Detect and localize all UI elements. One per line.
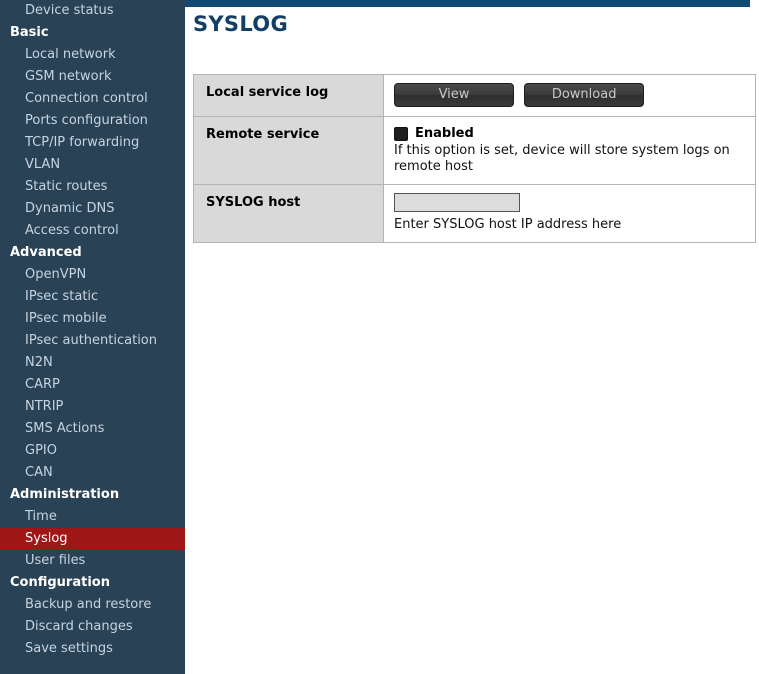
remote-service-enable-row: Enabled xyxy=(394,126,745,141)
download-log-button[interactable]: Download xyxy=(524,83,645,107)
table-row-remote-service: Remote service Enabled If this option is… xyxy=(193,116,756,185)
sidebar-item-gpio[interactable]: GPIO xyxy=(0,440,185,462)
remote-service-enabled-label: Enabled xyxy=(415,126,474,141)
remote-service-controls: Enabled If this option is set, device wi… xyxy=(383,116,756,185)
sidebar-item-connection-control[interactable]: Connection control xyxy=(0,88,185,110)
sidebar-group-advanced: Advanced xyxy=(10,245,82,260)
syslog-host-controls: Enter SYSLOG host IP address here xyxy=(383,184,756,243)
syslog-host-label: SYSLOG host xyxy=(193,184,384,243)
sidebar-item-time[interactable]: Time xyxy=(0,506,185,528)
sidebar-item-syslog[interactable]: Syslog xyxy=(0,528,185,550)
sidebar-item-save-settings[interactable]: Save settings xyxy=(0,638,185,660)
syslog-settings-table: Local service log View Download Remote s… xyxy=(193,74,756,243)
sidebar-group-configuration: Configuration xyxy=(10,575,110,590)
remote-service-label: Remote service xyxy=(193,116,384,185)
sidebar-item-openvpn[interactable]: OpenVPN xyxy=(0,264,185,286)
syslog-host-hint: Enter SYSLOG host IP address here xyxy=(394,217,622,232)
view-log-button[interactable]: View xyxy=(394,83,514,107)
sidebar-item-can[interactable]: CAN xyxy=(0,462,185,484)
sidebar-item-access-control[interactable]: Access control xyxy=(0,220,185,242)
local-service-log-actions: View Download xyxy=(383,74,756,117)
sidebar-item-local-network[interactable]: Local network xyxy=(0,44,185,66)
sidebar-item-sms-actions[interactable]: SMS Actions xyxy=(0,418,185,440)
sidebar-item-tcp-ip-forwarding[interactable]: TCP/IP forwarding xyxy=(0,132,185,154)
sidebar-item-backup-and-restore[interactable]: Backup and restore xyxy=(0,594,185,616)
sidebar-item-ports-configuration[interactable]: Ports configuration xyxy=(0,110,185,132)
remote-service-enabled-checkbox[interactable] xyxy=(394,126,408,141)
table-row-local-service-log: Local service log View Download xyxy=(193,74,756,117)
top-accent-bar xyxy=(185,0,750,7)
page-title: SYSLOG xyxy=(193,12,288,36)
local-service-log-label: Local service log xyxy=(193,74,384,117)
table-row-syslog-host: SYSLOG host Enter SYSLOG host IP address… xyxy=(193,184,756,243)
sidebar-item-ntrip[interactable]: NTRIP xyxy=(0,396,185,418)
remote-service-hint: If this option is set, device will store… xyxy=(394,143,730,174)
syslog-host-input[interactable] xyxy=(394,193,520,212)
sidebar-item-ipsec-authentication[interactable]: IPsec authentication xyxy=(0,330,185,352)
sidebar-item-user-files[interactable]: User files xyxy=(0,550,185,572)
sidebar-item-ipsec-mobile[interactable]: IPsec mobile xyxy=(0,308,185,330)
sidebar-group-administration: Administration xyxy=(10,487,120,502)
sidebar-group-basic: Basic xyxy=(10,25,49,40)
sidebar-item-device-status[interactable]: Device status xyxy=(0,0,185,22)
sidebar-item-dynamic-dns[interactable]: Dynamic DNS xyxy=(0,198,185,220)
main-content: SYSLOG Local service log View Download R… xyxy=(185,7,759,674)
sidebar-navigation: Device status Basic Local network GSM netwo… xyxy=(0,0,185,674)
sidebar-item-discard-changes[interactable]: Discard changes xyxy=(0,616,185,638)
sidebar-item-static-routes[interactable]: Static routes xyxy=(0,176,185,198)
sidebar-item-ipsec-static[interactable]: IPsec static xyxy=(0,286,185,308)
sidebar-item-gsm-network[interactable]: GSM network xyxy=(0,66,185,88)
sidebar-item-n2n[interactable]: N2N xyxy=(0,352,185,374)
sidebar-item-vlan[interactable]: VLAN xyxy=(0,154,185,176)
sidebar-item-carp[interactable]: CARP xyxy=(0,374,185,396)
